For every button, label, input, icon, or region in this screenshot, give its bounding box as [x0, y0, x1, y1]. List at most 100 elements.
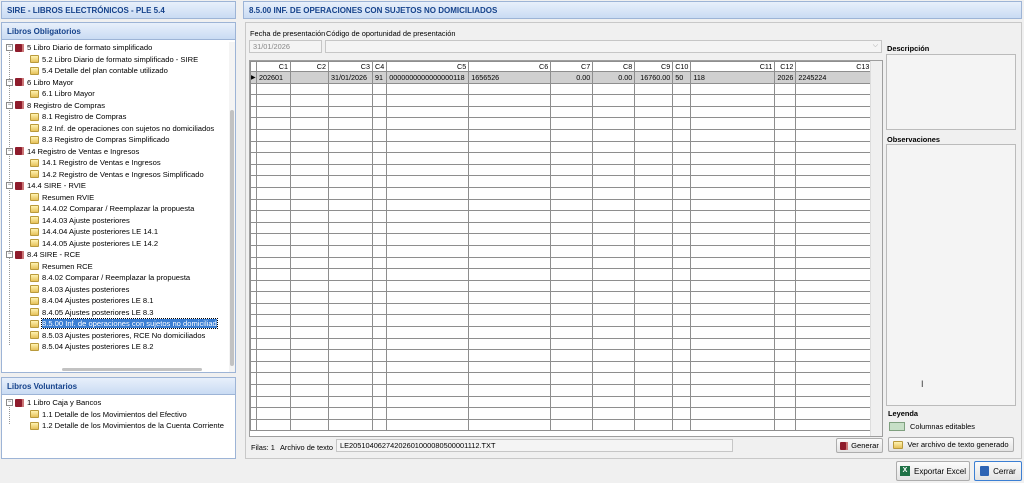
table-cell[interactable]	[328, 268, 373, 281]
table-cell[interactable]	[592, 360, 636, 374]
table-cell[interactable]	[328, 256, 373, 270]
table-cell[interactable]	[550, 221, 594, 235]
table-cell[interactable]	[468, 244, 552, 258]
table-cell[interactable]	[256, 105, 291, 119]
table-cell[interactable]	[290, 152, 329, 165]
table-cell[interactable]	[371, 360, 388, 374]
table-cell[interactable]	[468, 418, 552, 432]
tree-item[interactable]: Resumen RVIE	[30, 192, 94, 204]
table-cell[interactable]	[634, 198, 674, 212]
table-cell[interactable]	[774, 268, 797, 281]
table-cell[interactable]	[774, 117, 797, 130]
table-cell[interactable]	[386, 94, 470, 107]
table-cell[interactable]	[592, 349, 636, 362]
table-cell[interactable]	[774, 256, 797, 270]
table-cell[interactable]	[550, 163, 594, 177]
table-cell[interactable]	[290, 233, 329, 246]
table-cell[interactable]	[634, 117, 674, 130]
collapse-toggle-icon[interactable]: −	[6, 44, 13, 52]
table-cell[interactable]	[690, 302, 776, 316]
table-cell[interactable]	[328, 407, 373, 420]
table-cell[interactable]	[672, 82, 692, 96]
table-cell[interactable]	[328, 175, 373, 188]
table-cell[interactable]	[774, 279, 797, 293]
table-cell[interactable]	[328, 82, 373, 96]
table-cell[interactable]	[371, 418, 388, 432]
table-cell[interactable]	[795, 163, 873, 177]
table-cell[interactable]	[690, 198, 776, 212]
table-cell[interactable]	[774, 337, 797, 351]
table-cell[interactable]	[690, 418, 776, 432]
table-cell[interactable]	[328, 372, 373, 386]
table-cell[interactable]	[634, 94, 674, 107]
table-cell[interactable]	[672, 244, 692, 258]
tree-item[interactable]: 14.4.05 Ajuste posteriores LE 14.2	[30, 238, 158, 250]
table-cell[interactable]	[592, 384, 636, 397]
table-cell[interactable]	[256, 279, 291, 293]
table-cell[interactable]	[328, 94, 373, 107]
tree-item[interactable]: 8.4.02 Comparar / Reemplazar la propuest…	[30, 272, 190, 284]
tree-item[interactable]: − 1 Libro Caja y Bancos	[6, 397, 101, 409]
cerrar-button[interactable]: Cerrar	[974, 461, 1022, 481]
table-cell[interactable]	[468, 302, 552, 316]
table-cell[interactable]	[290, 326, 329, 339]
table-cell[interactable]	[256, 337, 291, 351]
tree-vertical-scrollbar[interactable]	[229, 42, 235, 372]
table-cell[interactable]	[371, 128, 388, 142]
table-cell[interactable]	[672, 210, 692, 223]
table-row[interactable]	[250, 349, 873, 362]
table-row[interactable]	[250, 384, 873, 397]
table-cell[interactable]	[371, 268, 388, 281]
column-header[interactable]: C5	[386, 61, 470, 72]
table-cell[interactable]	[634, 360, 674, 374]
table-cell[interactable]	[550, 233, 594, 246]
table-cell[interactable]	[774, 94, 797, 107]
table-cell[interactable]	[690, 175, 776, 188]
table-cell[interactable]	[550, 256, 594, 270]
table-cell[interactable]	[672, 314, 692, 328]
table-cell[interactable]	[290, 256, 329, 270]
table-cell[interactable]	[634, 349, 674, 362]
table-cell[interactable]	[550, 349, 594, 362]
table-cell[interactable]	[328, 337, 373, 351]
tree-item[interactable]: 8.3 Registro de Compras Simplificado	[30, 134, 169, 146]
table-cell[interactable]	[774, 407, 797, 420]
table-cell[interactable]	[672, 128, 692, 142]
table-cell[interactable]	[290, 372, 329, 386]
tree-item[interactable]: 8.5.03 Ajustes posteriores, RCE No domic…	[30, 330, 205, 342]
collapse-toggle-icon[interactable]: −	[6, 182, 13, 190]
table-row[interactable]	[250, 198, 873, 212]
table-cell[interactable]	[256, 128, 291, 142]
tree-item[interactable]: 14.4.04 Ajuste posteriores LE 14.1	[30, 226, 158, 238]
table-cell[interactable]	[690, 326, 776, 339]
table-cell[interactable]	[290, 314, 329, 328]
table-cell[interactable]	[795, 140, 873, 154]
table-cell[interactable]	[795, 233, 873, 246]
table-cell[interactable]	[592, 105, 636, 119]
table-cell[interactable]	[774, 152, 797, 165]
table-cell[interactable]	[634, 233, 674, 246]
table-cell[interactable]	[290, 105, 329, 119]
table-cell[interactable]	[672, 256, 692, 270]
table-cell[interactable]	[795, 152, 873, 165]
table-cell[interactable]	[634, 244, 674, 258]
table-cell[interactable]	[371, 175, 388, 188]
table-cell[interactable]	[774, 302, 797, 316]
table-cell[interactable]	[774, 349, 797, 362]
table-cell[interactable]	[371, 82, 388, 96]
table-row[interactable]	[250, 395, 873, 409]
tree-item[interactable]: − 14 Registro de Ventas e Ingresos	[6, 146, 139, 158]
table-cell[interactable]	[256, 221, 291, 235]
table-cell[interactable]	[328, 221, 373, 235]
tree-item[interactable]: 5.2 Libro Diario de formato simplificado…	[30, 54, 198, 66]
table-cell[interactable]	[328, 140, 373, 154]
table-cell[interactable]	[256, 395, 291, 409]
table-cell[interactable]	[256, 372, 291, 386]
table-cell[interactable]	[672, 221, 692, 235]
table-cell[interactable]	[672, 337, 692, 351]
table-cell[interactable]	[290, 221, 329, 235]
table-cell[interactable]	[386, 326, 470, 339]
archivo-input[interactable]: LE20510406274202601000080500001112.TXT	[336, 439, 733, 452]
table-cell[interactable]	[290, 175, 329, 188]
table-cell[interactable]	[468, 128, 552, 142]
